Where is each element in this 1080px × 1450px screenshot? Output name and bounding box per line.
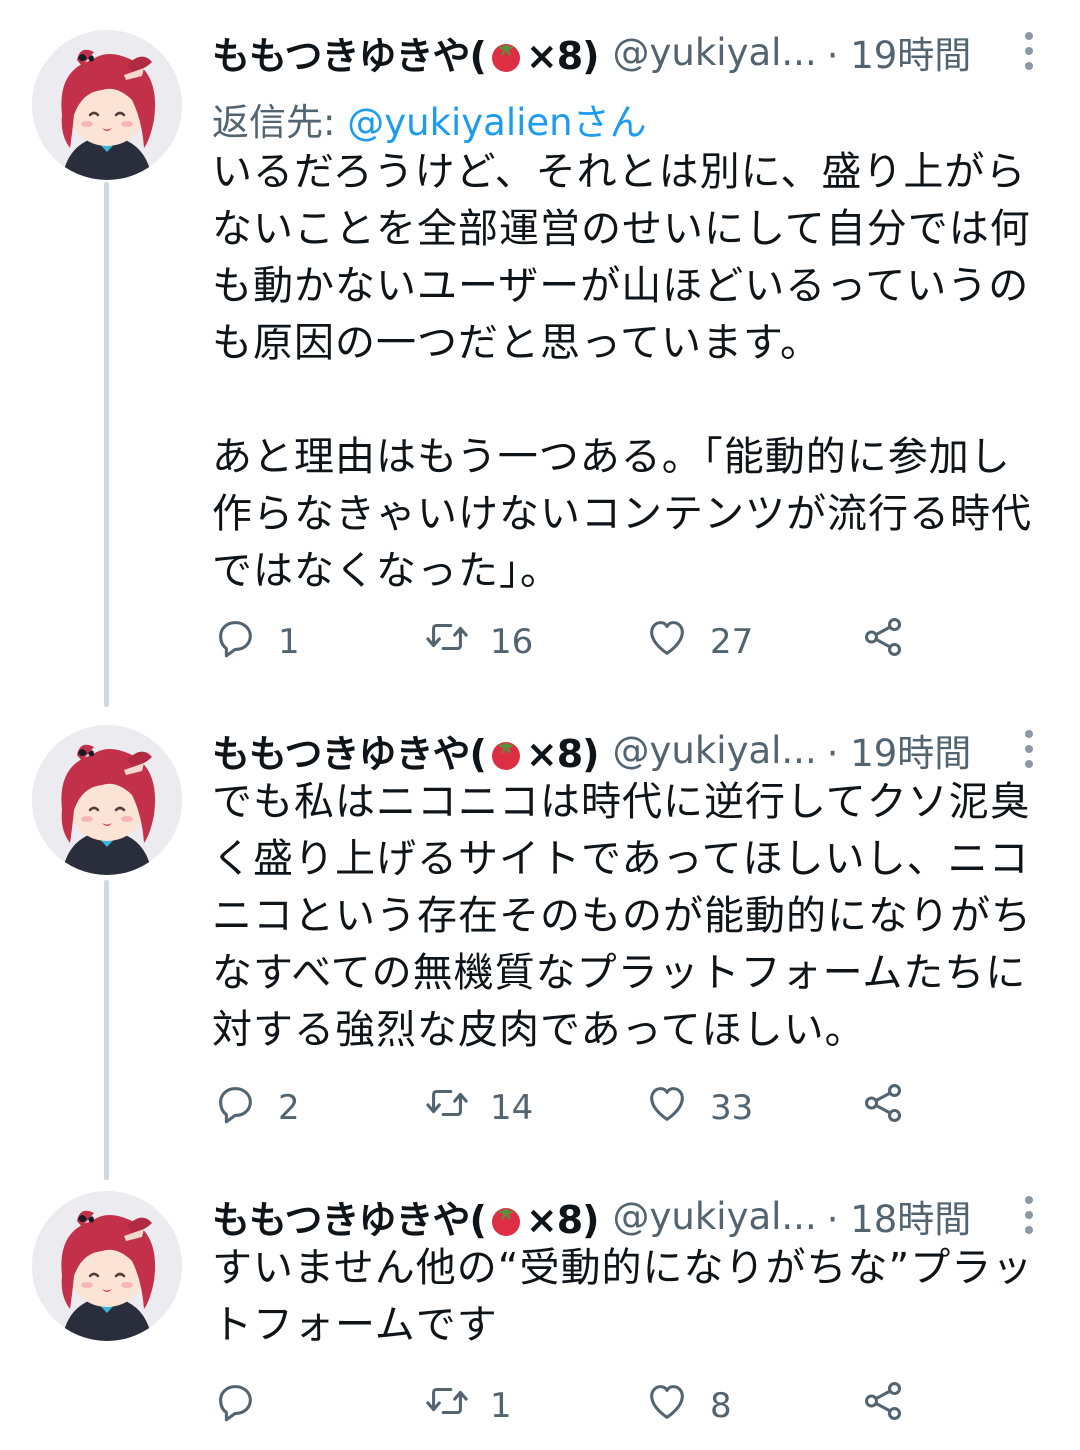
user-handle[interactable]: @yukiyal... (613, 1195, 817, 1238)
retweet-icon (424, 1378, 490, 1433)
tweet-actions: 1 16 27 (212, 614, 1012, 664)
tweet-text: いるだろうけど、それとは別に、盛り上がら ないことを全部運営のせいにして自分では… (212, 149, 1032, 594)
timestamp[interactable]: · 19時間 (827, 25, 972, 79)
timestamp[interactable]: · 18時間 (827, 1189, 972, 1243)
like-count: 33 (710, 1087, 754, 1128)
avatar[interactable] (32, 725, 182, 875)
tweet-text: でも私はニコニコは時代に逆行してクソ泥臭 く盛り上げるサイトであってほしいし、ニ… (212, 779, 1032, 1053)
tweet[interactable]: ももつきゆきや(×8) @yukiyal... · 18時間 すいません他の“受… (0, 1186, 1080, 1436)
user-handle[interactable]: @yukiyal... (613, 31, 817, 74)
display-name[interactable]: ももつきゆきや(×8) (212, 25, 600, 80)
reply-count: 1 (278, 621, 300, 662)
more-options-icon[interactable] (1024, 1196, 1034, 1240)
reply-suffix: さん (572, 101, 647, 144)
tweet-actions: 1 8 (212, 1378, 1012, 1428)
display-name[interactable]: ももつきゆきや(×8) (212, 723, 600, 778)
reply-icon (212, 1080, 278, 1135)
tweet-actions: 2 14 33 (212, 1080, 1012, 1130)
retweet-icon (424, 1080, 490, 1135)
more-options-icon[interactable] (1024, 730, 1034, 774)
like-count: 27 (710, 621, 754, 662)
tweet-header: ももつきゆきや(×8) @yukiyal... · 19時間 (212, 22, 1060, 82)
reply-context: 返信先: @yukiyalienさん (212, 92, 647, 146)
tomato-emoji-icon (488, 736, 524, 772)
reply-icon (212, 614, 278, 669)
tweet[interactable]: ももつきゆきや(×8) @yukiyal... · 19時間 返信先: @yuk… (0, 22, 1080, 672)
share-button[interactable] (860, 1080, 926, 1135)
reply-mention[interactable]: @yukiyalien (347, 101, 572, 144)
share-icon (860, 614, 926, 669)
like-button[interactable]: 33 (644, 1080, 753, 1135)
share-icon (860, 1080, 926, 1135)
reply-button[interactable] (212, 1378, 278, 1433)
retweet-button[interactable]: 16 (424, 614, 533, 669)
like-button[interactable]: 27 (644, 614, 753, 669)
retweet-count: 1 (490, 1385, 512, 1426)
heart-icon (644, 614, 710, 669)
reply-button[interactable]: 2 (212, 1080, 300, 1135)
share-button[interactable] (860, 1378, 926, 1433)
tweet-text: すいません他の“受動的になりがちな”プラッ トフォームです (212, 1245, 1034, 1348)
retweet-icon (424, 614, 490, 669)
reply-count: 2 (278, 1087, 300, 1128)
tomato-emoji-icon (488, 1202, 524, 1238)
retweet-count: 16 (490, 621, 534, 662)
reply-icon (212, 1378, 278, 1433)
reply-prefix: 返信先: (212, 101, 348, 144)
retweet-button[interactable]: 1 (424, 1378, 512, 1433)
heart-icon (644, 1080, 710, 1135)
timestamp[interactable]: · 19時間 (827, 723, 972, 777)
more-options-icon[interactable] (1024, 32, 1034, 76)
like-count: 8 (710, 1385, 732, 1426)
tweet-header: ももつきゆきや(×8) @yukiyal... · 18時間 (212, 1186, 1060, 1246)
avatar[interactable] (32, 1191, 182, 1341)
heart-icon (644, 1378, 710, 1433)
tweet[interactable]: ももつきゆきや(×8) @yukiyal... · 19時間 でも私はニコニコは… (0, 720, 1080, 1140)
avatar[interactable] (32, 30, 182, 180)
user-handle[interactable]: @yukiyal... (613, 729, 817, 772)
display-name[interactable]: ももつきゆきや(×8) (212, 1189, 600, 1244)
retweet-count: 14 (490, 1087, 534, 1128)
share-button[interactable] (860, 614, 926, 669)
like-button[interactable]: 8 (644, 1378, 732, 1433)
tomato-emoji-icon (488, 38, 524, 74)
reply-button[interactable]: 1 (212, 614, 300, 669)
share-icon (860, 1378, 926, 1433)
retweet-button[interactable]: 14 (424, 1080, 533, 1135)
tweet-header: ももつきゆきや(×8) @yukiyal... · 19時間 (212, 720, 1060, 780)
